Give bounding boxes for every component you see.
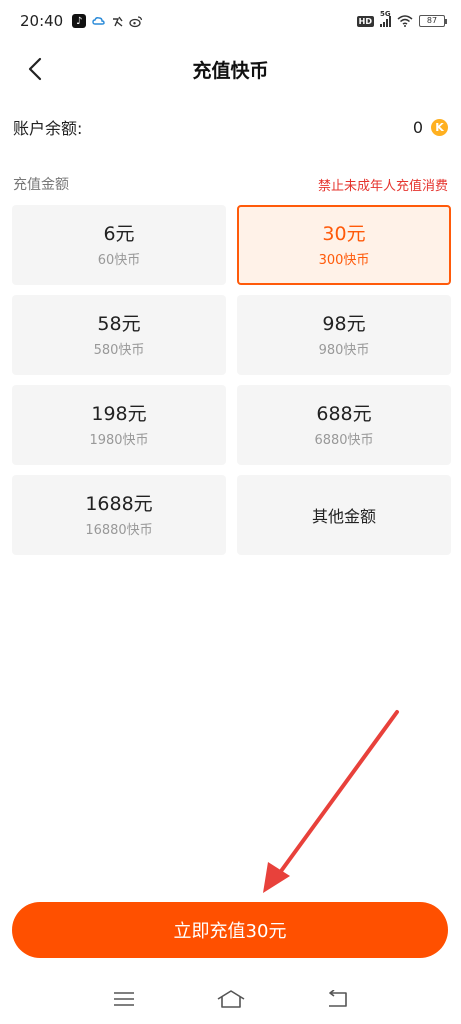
amount-price: 6元 [103, 223, 135, 245]
other-amount-label: 其他金额 [311, 507, 376, 526]
amount-coins: 980快币 [318, 343, 370, 358]
status-indicators: HD 5G 87 [356, 10, 447, 31]
amount-coins: 580快币 [93, 343, 145, 358]
amount-option-30[interactable]: 30元 300快币 [237, 205, 451, 285]
amount-section-header: 充值金额 禁止未成年人充值消费 [13, 172, 448, 196]
signal-icon: 5G [380, 10, 391, 27]
navigation-bar [0, 974, 461, 1024]
amount-price: 30元 [322, 223, 366, 245]
battery-icon: 87 [419, 15, 447, 27]
coin-icon: K [431, 118, 448, 136]
amount-coins: 16880快币 [85, 523, 153, 538]
amount-option-98[interactable]: 98元 980快币 [237, 295, 451, 375]
amount-price: 1688元 [85, 493, 153, 515]
weibo-icon [129, 14, 143, 28]
back-icon [328, 990, 347, 1007]
amount-coins: 300快币 [318, 253, 370, 268]
hd-badge: HD [356, 15, 374, 27]
amount-option-1688[interactable]: 1688元 16880快币 [12, 475, 226, 555]
wifi-icon [397, 12, 413, 31]
status-bar: 20:40 ♪ HD 5G 87 [0, 0, 461, 42]
amount-option-other[interactable]: 其他金额 [237, 475, 451, 555]
amount-coins: 60快币 [97, 253, 141, 268]
home-button[interactable] [211, 979, 251, 1019]
amount-price: 98元 [322, 313, 366, 335]
tiktok-icon: ♪ [72, 14, 87, 28]
header: 充值快币 [0, 42, 461, 96]
amount-coins: 1980快币 [89, 433, 149, 448]
status-app-icons: ♪ [72, 14, 143, 28]
page-title: 充值快币 [192, 59, 269, 82]
amount-coins: 6880快币 [314, 433, 374, 448]
amount-section-label: 充值金额 [13, 177, 69, 193]
amount-option-58[interactable]: 58元 580快币 [12, 295, 226, 375]
menu-icon [113, 992, 134, 1006]
network-type: 5G [380, 10, 391, 18]
amount-option-688[interactable]: 688元 6880快币 [237, 385, 451, 465]
balance-value: 0 [412, 117, 423, 137]
amount-price: 688元 [316, 403, 372, 425]
recharge-button[interactable]: 立即充值30元 [12, 902, 448, 958]
cloud-app-icon [91, 14, 105, 28]
back-button[interactable] [20, 54, 50, 84]
balance-value-group: 0 K [413, 118, 448, 137]
amount-price: 198元 [91, 403, 147, 425]
status-time: 20:40 [20, 12, 64, 30]
balance-label: 账户余额: [13, 119, 83, 138]
app-icon [110, 14, 124, 28]
amount-grid: 6元 60快币 30元 300快币 58元 580快币 98元 980快币 19… [12, 205, 451, 555]
system-back-button[interactable] [318, 979, 358, 1019]
amount-option-6[interactable]: 6元 60快币 [12, 205, 226, 285]
chevron-left-icon [28, 57, 42, 81]
menu-button[interactable] [104, 979, 144, 1019]
minor-warning-text: 禁止未成年人充值消费 [317, 178, 448, 194]
home-icon [217, 990, 244, 1008]
amount-price: 58元 [97, 313, 141, 335]
balance-row: 账户余额: 0 K [13, 112, 448, 142]
amount-option-198[interactable]: 198元 1980快币 [12, 385, 226, 465]
